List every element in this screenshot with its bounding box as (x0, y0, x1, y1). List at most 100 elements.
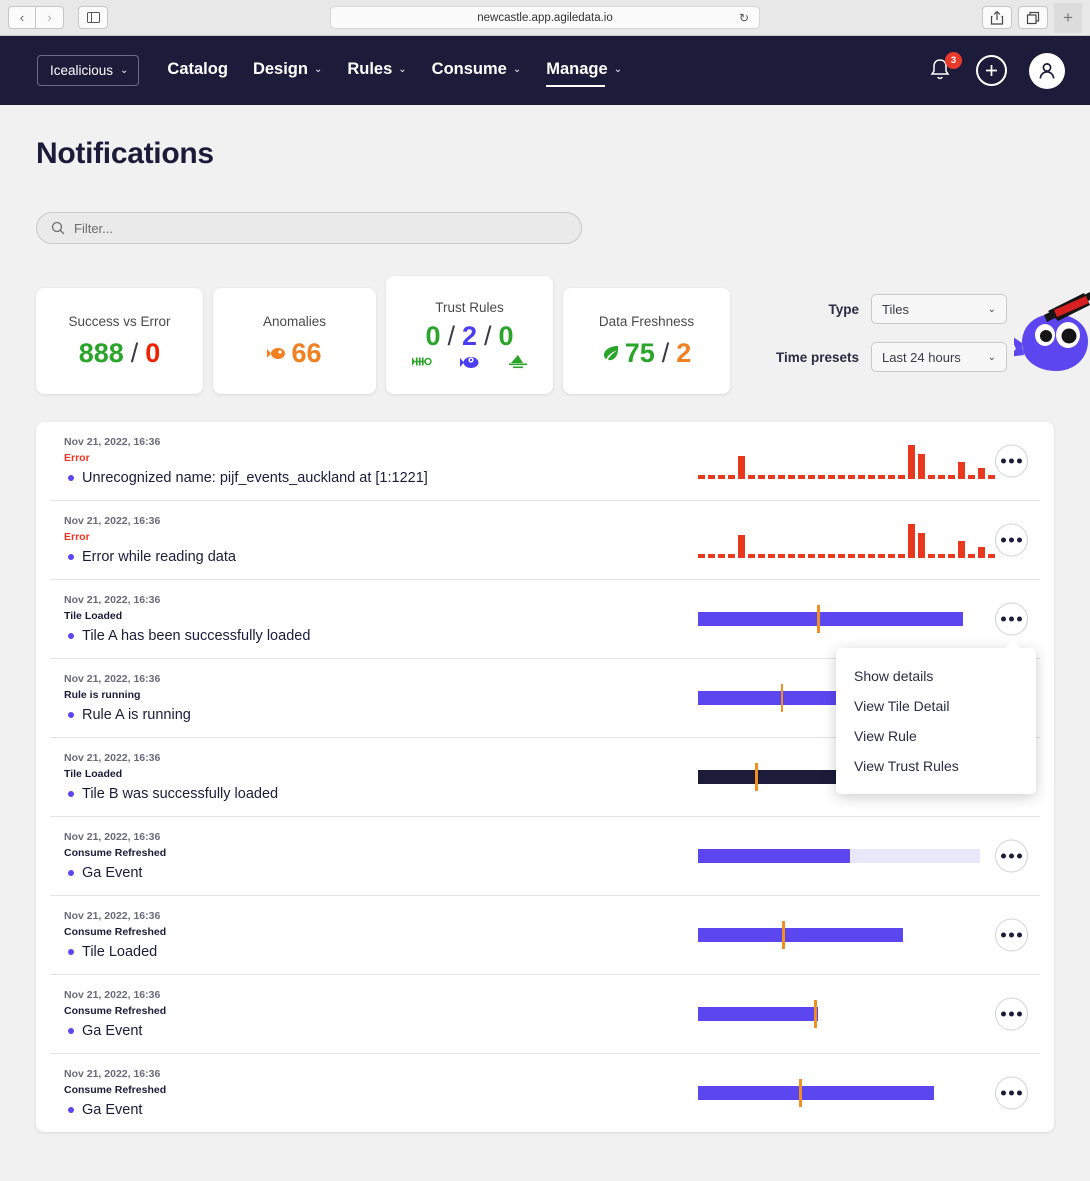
notification-timestamp: Nov 21, 2022, 16:36 (64, 1068, 161, 1080)
stat-card-label: Success vs Error (68, 313, 171, 329)
notification-timestamp: Nov 21, 2022, 16:36 (64, 594, 161, 606)
notification-message: Ga Event (82, 1102, 143, 1118)
row-actions-button[interactable] (995, 1076, 1028, 1110)
sparkline-bar (968, 475, 975, 479)
notification-text: Nov 21, 2022, 16:36 Tile Loaded Tile A h… (50, 594, 690, 644)
notification-visual (690, 849, 1040, 863)
row-actions-button[interactable] (995, 523, 1028, 557)
page-title: Notifications (36, 137, 214, 170)
dot-icon (1009, 853, 1014, 859)
error-sparkline-chart (698, 443, 995, 479)
notification-message-wrap: Error while reading data (64, 549, 690, 565)
nav-links: Catalog Design ⌄ Rules ⌄ Consume ⌄ Manage ⌄ (167, 60, 622, 87)
type-select[interactable]: Tiles ⌄ (871, 294, 1007, 324)
trust-rule-icons (411, 355, 528, 370)
notification-timestamp: Nov 21, 2022, 16:36 (64, 515, 161, 527)
stat-card-success-vs-error[interactable]: Success vs Error 888/0 (36, 288, 203, 394)
sparkline-bar (818, 475, 825, 479)
notification-timestamp: Nov 21, 2022, 16:36 (64, 831, 161, 843)
sparkline-bar (948, 554, 955, 558)
notification-message-wrap: Tile B was successfully loaded (64, 786, 690, 802)
notification-row[interactable]: Nov 21, 2022, 16:36 Consume Refreshed Ti… (50, 896, 1040, 975)
create-new-button[interactable] (976, 55, 1007, 86)
menu-item-view-tile-detail[interactable]: View Tile Detail (836, 691, 1036, 721)
row-actions-button[interactable] (995, 602, 1028, 636)
progress-bar-marker (780, 684, 783, 712)
type-label: Type (828, 301, 859, 317)
status-bullet-icon (68, 712, 74, 718)
notification-row[interactable]: Nov 21, 2022, 16:36 Error Error while re… (50, 501, 1040, 580)
menu-item-view-trust-rules[interactable]: View Trust Rules (836, 751, 1036, 781)
fish-blue-icon (459, 357, 478, 368)
stat-card-anomalies[interactable]: Anomalies 66 (213, 288, 376, 394)
new-tab-button[interactable]: + (1054, 2, 1082, 33)
reload-icon[interactable]: ↻ (739, 11, 749, 25)
stat-card-trust-rules[interactable]: Trust Rules 0/2/0 (386, 276, 553, 394)
progress-bar-marker (782, 921, 785, 949)
back-button[interactable]: ‹ (8, 6, 36, 29)
notifications-list: Nov 21, 2022, 16:36 Error Unrecognized n… (36, 422, 1054, 1132)
row-actions-button[interactable] (995, 444, 1028, 478)
nav-link-design[interactable]: Design ⌄ (253, 60, 322, 81)
notification-row[interactable]: Nov 21, 2022, 16:36 Error Unrecognized n… (50, 422, 1040, 501)
progress-bar-fill (698, 849, 851, 863)
share-button[interactable] (982, 6, 1012, 29)
sparkline-bar (878, 554, 885, 558)
sparkline-bar (788, 554, 795, 558)
menu-item-show-details[interactable]: Show details (836, 661, 1036, 691)
stat-cards-row: Success vs Error 888/0 Anomalies 66 Trust R… (36, 276, 1090, 394)
row-actions-button[interactable] (995, 839, 1028, 873)
fish-skeleton-green-icon (411, 357, 432, 366)
forward-button[interactable]: › (36, 6, 64, 29)
chevron-down-icon: ⌄ (120, 65, 129, 76)
chevron-down-icon: ⌄ (512, 64, 522, 75)
time-presets-control: Time presets Last 24 hours ⌄ (767, 342, 1007, 372)
status-bullet-icon (68, 1028, 74, 1034)
progress-bar-marker (817, 605, 820, 633)
notifications-button[interactable]: 3 (928, 51, 962, 85)
nav-link-manage[interactable]: Manage ⌄ (546, 60, 622, 87)
sparkline-bar (708, 475, 715, 479)
notification-timestamp: Nov 21, 2022, 16:36 (64, 752, 161, 764)
notification-message: Ga Event (82, 865, 143, 881)
progress-bar (698, 921, 903, 949)
status-bullet-icon (68, 1107, 74, 1113)
nav-right-actions: 3 (928, 51, 1065, 89)
value-number: 75 (624, 337, 655, 368)
time-presets-select[interactable]: Last 24 hours ⌄ (871, 342, 1007, 372)
notification-type: Consume Refreshed (64, 926, 167, 938)
notification-row[interactable]: Nov 21, 2022, 16:36 Consume Refreshed Ga… (50, 975, 1040, 1054)
address-bar[interactable]: newcastle.app.agiledata.io ↻ (330, 6, 760, 29)
notification-row[interactable]: Nov 21, 2022, 16:36 Consume Refreshed Ga… (50, 817, 1040, 896)
progress-bar-fill (698, 1086, 934, 1100)
nav-link-consume[interactable]: Consume ⌄ (432, 60, 522, 81)
menu-item-view-rule[interactable]: View Rule (836, 721, 1036, 751)
notification-row[interactable]: Nov 21, 2022, 16:36 Consume Refreshed Ga… (50, 1054, 1040, 1132)
sparkline-bar (908, 524, 915, 558)
notification-timestamp: Nov 21, 2022, 16:36 (64, 910, 161, 922)
dot-icon (1017, 853, 1022, 859)
sparkline-bar (738, 535, 745, 558)
value-number: 0 (145, 337, 161, 368)
sidebar-toggle-button[interactable] (78, 6, 108, 29)
progress-bar-fill (698, 928, 903, 942)
row-actions-button[interactable] (995, 997, 1028, 1031)
stat-card-data-freshness[interactable]: Data Freshness 75/2 (563, 288, 730, 394)
sparkline-bar (938, 554, 945, 558)
chevron-down-icon: ⌄ (398, 64, 407, 75)
user-avatar[interactable] (1029, 52, 1065, 89)
type-value: Tiles (882, 301, 909, 317)
filter-input[interactable]: Filter... (36, 212, 582, 244)
tenant-selector[interactable]: Icealicious ⌄ (37, 55, 140, 86)
nav-link-catalog[interactable]: Catalog (167, 60, 228, 81)
notification-message: Tile A has been successfully loaded (82, 628, 311, 644)
tabs-overview-button[interactable] (1018, 6, 1048, 29)
notification-message-wrap: Ga Event (64, 1023, 690, 1039)
stat-card-value: 0/2/0 (425, 321, 513, 352)
stat-card-value: 75/2 (602, 337, 691, 369)
stat-card-value: 888/0 (79, 338, 161, 369)
progress-bar (698, 1079, 934, 1107)
nav-link-rules[interactable]: Rules ⌄ (347, 60, 406, 81)
row-actions-button[interactable] (995, 918, 1028, 952)
copy-tabs-icon (1026, 11, 1040, 24)
